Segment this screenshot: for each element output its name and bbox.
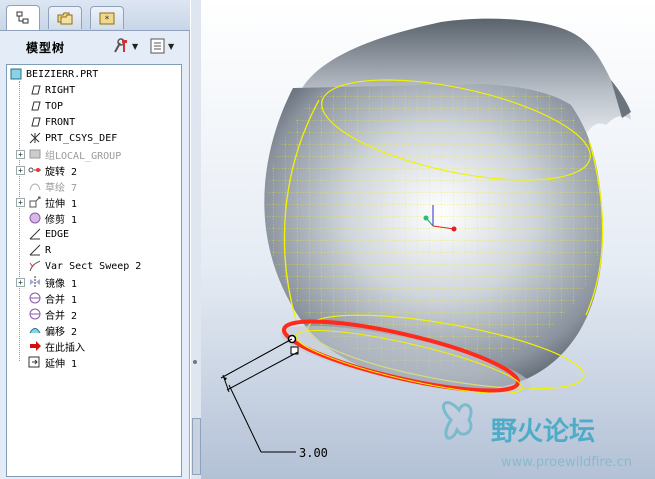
tree-item-label: 偏移 2 [45,326,78,338]
expand-toggle-icon[interactable]: + [16,197,25,207]
chevron-down-icon: ▼ [132,41,139,51]
tree-item[interactable]: R [16,242,51,258]
tree-item-label: 修剪 1 [45,214,78,226]
watermark: 野火论坛 www.proewildfire.cn [442,401,632,470]
expand-toggle-icon[interactable]: + [16,165,25,175]
datum-plane-icon [28,99,42,113]
tree-item-label: PRT_CSYS_DEF [45,132,118,144]
scroll-thumb[interactable] [192,418,201,475]
model-tree-title: 模型树 [26,41,66,55]
tree-item-label: 合并 2 [45,310,78,322]
list-icon [150,38,165,54]
panel-splitter[interactable] [191,0,201,479]
tree-item[interactable]: + 旋转 2 [16,162,77,178]
tree-item[interactable]: 修剪 1 [16,210,77,226]
mirror-icon [28,275,42,289]
model-tree-toolbar: 模型树 ▼ ▼ [0,31,190,61]
tree-item-label: 在此插入 [45,342,85,354]
tree-icon [16,11,29,24]
tree-item[interactable]: PRT_CSYS_DEF [16,130,117,146]
tree-item[interactable]: 草绘 7 [16,178,77,194]
butterfly-logo-icon [442,401,473,440]
tree-item[interactable]: + 组LOCAL_GROUP [16,146,121,162]
watermark-title: 野火论坛 [491,417,595,447]
tab-favorites[interactable]: * [90,6,124,29]
model-tree-panel: * 模型树 ▼ ▼ BEIZIERR.PRT RIGHT TOP FRONT PRT_C… [0,0,190,479]
tree-item-label: RIGHT [45,84,76,96]
graphics-window[interactable]: 3.00 野火论坛 www.proewildfire.cn [201,0,655,479]
tree-item[interactable]: TOP [16,98,63,114]
expand-toggle-icon[interactable]: + [16,277,25,287]
show-options-button[interactable]: ▼ [150,37,174,55]
trim-icon [28,211,42,225]
merge-icon [28,291,42,305]
extend-icon [28,355,42,369]
offset-icon [28,323,42,337]
settings-button[interactable]: ▼ [112,37,138,55]
favorites-icon: * [99,12,115,25]
sweep-icon [28,259,42,273]
insert-here-arrow-icon [28,339,42,353]
expand-toggle-icon[interactable]: + [16,149,25,159]
group-icon [28,147,42,161]
merge-icon [28,307,42,321]
settings-tools-icon [114,38,127,53]
tree-item-label: 拉伸 1 [45,198,78,210]
tree-item-label: 镜像 1 [45,278,78,290]
tab-folder-browser[interactable] [48,6,82,29]
folder-icon [57,12,73,25]
tree-item[interactable]: + 拉伸 1 [16,194,77,210]
tree-item-label: R [45,244,52,256]
csys-icon [28,131,42,145]
tree-item-label: BEIZIERR.PRT [26,68,99,80]
tree-item-label: 组LOCAL_GROUP [45,150,122,162]
tree-item-label: FRONT [45,116,76,128]
tree-item[interactable]: + 镜像 1 [16,274,77,290]
tree-item[interactable]: FRONT [16,114,75,130]
dimension-value[interactable]: 3.00 [299,446,328,460]
tree-item-label: Var Sect Sweep 2 [45,260,142,272]
model-tree: BEIZIERR.PRT RIGHT TOP FRONT PRT_CSYS_DEF + 组L… [6,64,182,477]
sketch-icon [28,179,42,193]
part-icon [9,67,23,81]
tree-item[interactable]: Var Sect Sweep 2 [16,258,141,274]
tab-model-tree[interactable] [6,5,40,30]
tree-root-item[interactable]: BEIZIERR.PRT [9,66,98,82]
datum-plane-icon [28,115,42,129]
chevron-down-icon: ▼ [168,41,175,51]
tree-item[interactable]: EDGE [16,226,69,242]
svg-text:*: * [105,15,110,25]
datum-curve-icon [28,227,42,241]
datum-plane-icon [28,83,42,97]
watermark-url: www.proewildfire.cn [501,455,632,470]
tree-item-label: 草绘 7 [45,182,78,194]
tree-item[interactable]: 延伸 1 [16,354,77,370]
tree-item-label: EDGE [45,228,70,240]
dimension-callout [220,334,299,453]
tree-item-label: 延伸 1 [45,358,78,370]
revolve-icon [28,163,42,177]
tree-item[interactable]: 合并 1 [16,290,77,306]
tree-item-label: 合并 1 [45,294,78,306]
tree-item-label: TOP [45,100,64,112]
tree-item[interactable]: 合并 2 [16,306,77,322]
tree-item[interactable]: 在此插入 [16,338,85,354]
extrude-icon [28,195,42,209]
datum-curve-icon [28,243,42,257]
tree-item[interactable]: 偏移 2 [16,322,77,338]
tree-item-label: 旋转 2 [45,166,78,178]
tree-item[interactable]: RIGHT [16,82,75,98]
3d-model-view: 3.00 野火论坛 www.proewildfire.cn [220,18,632,470]
navigator-tabs: * [0,0,190,31]
